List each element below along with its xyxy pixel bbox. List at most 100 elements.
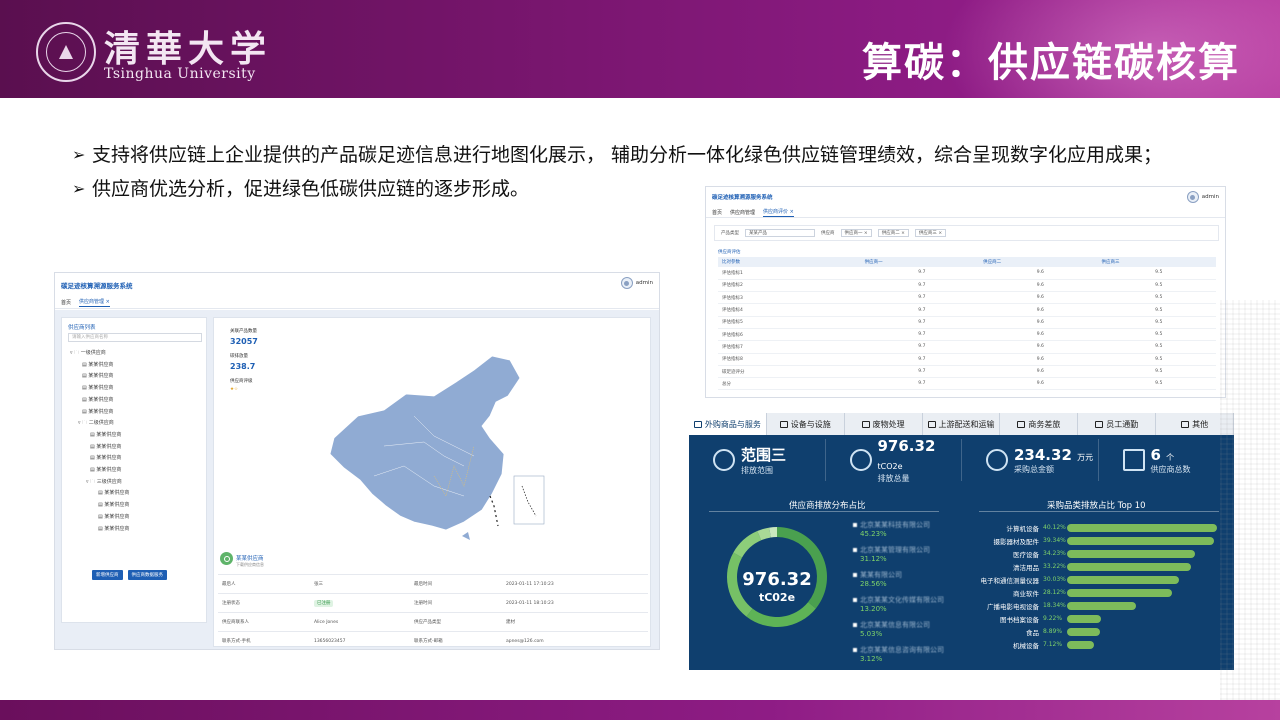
download-link[interactable]: 下载供应商信息 bbox=[236, 562, 264, 568]
bus-icon bbox=[1095, 420, 1104, 428]
tree-item[interactable]: ▤ 某某供应商 bbox=[70, 395, 129, 407]
product-count-label: 关联产品数量 bbox=[230, 329, 257, 334]
slide-title: 算碳：供应链碳核算 bbox=[862, 40, 1240, 86]
tree-item[interactable]: ▤ 某某供应商 bbox=[70, 407, 129, 419]
tab-waste[interactable]: 废物处理 bbox=[845, 413, 923, 435]
tree-item[interactable]: ▤ 某某供应商 bbox=[70, 442, 129, 454]
tab-commute[interactable]: 员工通勤 bbox=[1078, 413, 1157, 435]
grid-icon bbox=[1181, 420, 1190, 428]
table-row: 碳足迹评分 9.7 9.6 9.5 bbox=[718, 365, 1216, 379]
avatar-icon bbox=[620, 277, 633, 289]
table-cell: 9.5 bbox=[1097, 291, 1216, 305]
tree-folder-level3[interactable]: ▿ 🗀 三级供应商 bbox=[70, 477, 129, 489]
bar-percent: 18.34% bbox=[1043, 602, 1066, 609]
product-type-select[interactable]: 某某产品 bbox=[745, 229, 815, 237]
legend-percent: 45.23% bbox=[860, 529, 887, 538]
tab-supplier-management[interactable]: 供应商管理 × bbox=[79, 298, 110, 307]
tab-transport[interactable]: 上游配送和运输 bbox=[923, 413, 1001, 435]
table-cell: 9.5 bbox=[1097, 353, 1216, 366]
tree-item[interactable]: ▤ 某某供应商 bbox=[70, 430, 129, 442]
table-cell: 9.7 bbox=[860, 377, 980, 391]
tab-supplier-management[interactable]: 供应商管理 bbox=[730, 209, 755, 216]
supplier-data-button[interactable]: 供应商数据服务 bbox=[127, 570, 167, 580]
tree-item[interactable]: ▤ 某某供应商 bbox=[70, 465, 129, 477]
tree-folder-level2[interactable]: ▿ 🗀 二级供应商 bbox=[70, 418, 129, 430]
supplier-actions: 新增供应商 供应商数据服务 bbox=[92, 570, 167, 580]
tree-item[interactable]: ▤ 某某供应商 bbox=[70, 360, 129, 372]
bar-percent: 30.03% bbox=[1043, 576, 1066, 583]
bar-percent: 8.89% bbox=[1043, 628, 1063, 635]
table-cell: 9.6 bbox=[979, 377, 1098, 391]
table-cell: 评估指标3 bbox=[718, 291, 861, 305]
add-supplier-button[interactable]: 新增供应商 bbox=[92, 570, 123, 580]
tree-item[interactable]: ▤ 某某供应商 bbox=[70, 512, 129, 524]
legend-swatch bbox=[853, 623, 857, 628]
china-map[interactable] bbox=[314, 346, 554, 546]
rating-label: 供应商评级 bbox=[230, 379, 253, 384]
tree-item[interactable]: ▤ 某某供应商 bbox=[70, 453, 129, 465]
donut-unit: tC02e bbox=[758, 591, 796, 604]
supplier-detail-card: 某某供应商 下载供应商信息 最后人 张三 最后时间 2023-01-11 17:10:… bbox=[214, 548, 652, 649]
tab-supplier-evaluation[interactable]: 供应商评价 × bbox=[763, 208, 794, 217]
supplier-tag[interactable]: 供应商一 × bbox=[840, 229, 872, 237]
tab-equipment[interactable]: 设备与设施 bbox=[767, 413, 845, 435]
bar-percent: 33.22% bbox=[1043, 563, 1066, 570]
bullet-text: 供应商优选分析，促进绿色低碳供应链的逐步形成。 bbox=[92, 178, 530, 200]
table-cell: 评估指标7 bbox=[718, 340, 861, 354]
rating-stars-icon: ★☆ bbox=[230, 387, 239, 392]
bar-row: 图书档案设备 9.22% bbox=[979, 612, 1217, 625]
bar bbox=[1067, 562, 1192, 571]
bar-label: 商业软件 bbox=[1013, 589, 1039, 598]
tree-item[interactable]: ▤ 某某供应商 bbox=[70, 371, 129, 383]
supplier-search-input[interactable]: 请输入供应商名称 bbox=[68, 333, 202, 342]
tab-purchased-goods[interactable]: 外购商品与服务 bbox=[689, 413, 767, 435]
bar-row: 商业软件 28.12% bbox=[979, 586, 1217, 599]
table-cell: 9.7 bbox=[860, 267, 980, 280]
tree-folder-level1[interactable]: ▿ 🗀 一级供应商 bbox=[70, 348, 129, 360]
supplier-icon bbox=[220, 552, 233, 565]
bar-label: 机械设备 bbox=[1013, 641, 1039, 650]
bar-row: 计算机设备 40.12% bbox=[979, 521, 1217, 534]
kpi-emission: 976.32 tCO2e 排放总量 bbox=[826, 437, 962, 483]
tab-business-travel[interactable]: 商务差旅 bbox=[1000, 413, 1079, 435]
supplier-tree: ▿ 🗀 一级供应商 ▤ 某某供应商 ▤ 某某供应商 ▤ 某某供应商 ▤ 某某供应… bbox=[70, 348, 129, 535]
table-row: 评估指标8 9.7 9.6 9.5 bbox=[718, 353, 1216, 366]
bar-label: 广播电影电视设备 bbox=[987, 602, 1039, 611]
shopping-icon bbox=[693, 420, 702, 428]
tree-item[interactable]: ▤ 某某供应商 bbox=[70, 488, 129, 500]
table-header-row: 比对参数 供应商一 供应商二 供应商三 bbox=[718, 257, 1216, 267]
decorative-pattern bbox=[1220, 300, 1280, 700]
legend-label: 北京某某管理有限公司 bbox=[860, 546, 930, 554]
legend-item: 某某有限公司 28.56% bbox=[853, 571, 944, 588]
truck-icon bbox=[927, 420, 936, 428]
supplier-info-table: 最后人 张三 最后时间 2023-01-11 17:10:23 注册状态 已注册 注册时间… bbox=[218, 574, 648, 649]
bar-label: 电子和通信测量仪器 bbox=[980, 576, 1040, 585]
tree-item[interactable]: ▤ 某某供应商 bbox=[70, 500, 129, 512]
supplier-list-title: 供应商列表 bbox=[68, 325, 96, 331]
table-cell: 评估指标8 bbox=[718, 353, 861, 366]
table-cell: 评估指标4 bbox=[718, 303, 861, 317]
table-row: 评估指标1 9.7 9.6 9.5 bbox=[718, 267, 1216, 280]
kpi-scope: 范围三 排放范围 bbox=[689, 439, 826, 481]
table-cell: 评估指标6 bbox=[718, 328, 861, 342]
legend-percent: 13.20% bbox=[860, 604, 887, 613]
legend-swatch bbox=[853, 648, 857, 653]
supplier-filter-label: 供应商 bbox=[821, 231, 835, 236]
tab-home[interactable]: 首页 bbox=[61, 299, 71, 306]
section-divider bbox=[979, 511, 1219, 512]
user-menu[interactable]: admin bbox=[1186, 191, 1219, 203]
tab-home[interactable]: 首页 bbox=[712, 209, 722, 216]
slide-header: 清華大学 Tsinghua University 算碳：供应链碳核算 bbox=[0, 0, 1280, 98]
supplier-tag[interactable]: 供应商二 × bbox=[877, 229, 909, 237]
tree-item[interactable]: ▤ 某某供应商 bbox=[70, 383, 129, 395]
supplier-distribution-title: 供应商排放分布占比 bbox=[789, 501, 866, 511]
table-cell: 9.6 bbox=[979, 328, 1098, 342]
table-cell: 评估指标5 bbox=[718, 316, 861, 329]
bar-percent: 34.23% bbox=[1043, 550, 1066, 557]
supplier-tag[interactable]: 供应商三 × bbox=[914, 229, 947, 237]
tree-item[interactable]: ▤ 某某供应商 bbox=[70, 524, 129, 536]
section-divider bbox=[709, 511, 939, 512]
bar-row: 摄影器材及配件 39.34% bbox=[979, 534, 1217, 547]
user-menu[interactable]: admin bbox=[620, 277, 653, 289]
kpi-suppliers: 6 个供应商总数 bbox=[1099, 439, 1235, 481]
